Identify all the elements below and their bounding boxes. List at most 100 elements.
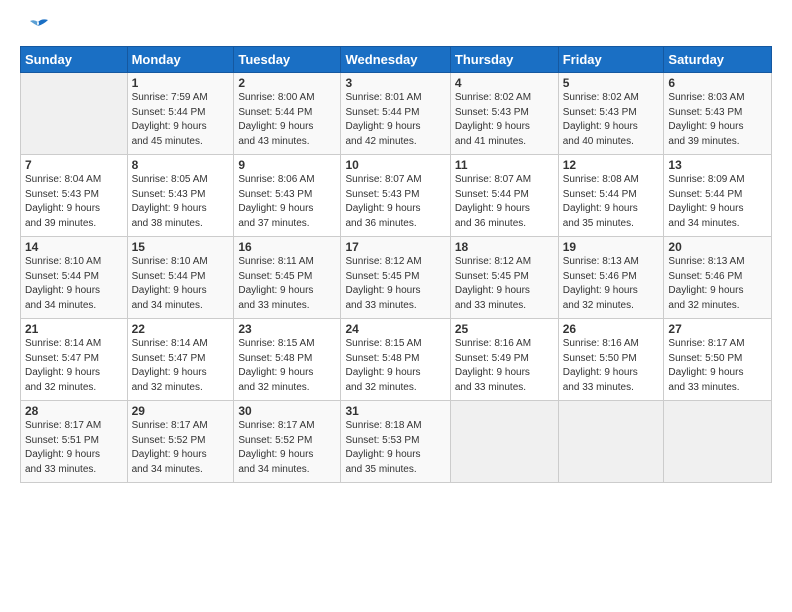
sun-info: Sunrise: 8:18 AM Sunset: 5:53 PM Dayligh…	[345, 419, 445, 477]
weekday-header: Sunday	[21, 47, 128, 73]
sun-info: Sunrise: 8:17 AM Sunset: 5:52 PM Dayligh…	[238, 419, 336, 477]
sun-info: Sunrise: 8:14 AM Sunset: 5:47 PM Dayligh…	[132, 337, 230, 395]
sun-info: Sunrise: 8:02 AM Sunset: 5:43 PM Dayligh…	[563, 91, 660, 149]
day-number: 8	[132, 158, 230, 172]
sun-info: Sunrise: 8:07 AM Sunset: 5:44 PM Dayligh…	[455, 173, 554, 231]
sun-info: Sunrise: 8:01 AM Sunset: 5:44 PM Dayligh…	[345, 91, 445, 149]
sun-info: Sunrise: 8:11 AM Sunset: 5:45 PM Dayligh…	[238, 255, 336, 313]
calendar-cell: 31Sunrise: 8:18 AM Sunset: 5:53 PM Dayli…	[341, 401, 450, 483]
sun-info: Sunrise: 8:09 AM Sunset: 5:44 PM Dayligh…	[668, 173, 767, 231]
day-number: 6	[668, 76, 767, 90]
sun-info: Sunrise: 8:17 AM Sunset: 5:50 PM Dayligh…	[668, 337, 767, 395]
sun-info: Sunrise: 8:17 AM Sunset: 5:52 PM Dayligh…	[132, 419, 230, 477]
calendar-cell: 22Sunrise: 8:14 AM Sunset: 5:47 PM Dayli…	[127, 319, 234, 401]
day-number: 13	[668, 158, 767, 172]
sun-info: Sunrise: 8:16 AM Sunset: 5:49 PM Dayligh…	[455, 337, 554, 395]
sun-info: Sunrise: 8:04 AM Sunset: 5:43 PM Dayligh…	[25, 173, 123, 231]
calendar-cell: 23Sunrise: 8:15 AM Sunset: 5:48 PM Dayli…	[234, 319, 341, 401]
sun-info: Sunrise: 8:00 AM Sunset: 5:44 PM Dayligh…	[238, 91, 336, 149]
day-number: 24	[345, 322, 445, 336]
sun-info: Sunrise: 8:12 AM Sunset: 5:45 PM Dayligh…	[345, 255, 445, 313]
calendar-cell: 29Sunrise: 8:17 AM Sunset: 5:52 PM Dayli…	[127, 401, 234, 483]
sun-info: Sunrise: 8:02 AM Sunset: 5:43 PM Dayligh…	[455, 91, 554, 149]
header	[20, 18, 772, 36]
day-number: 19	[563, 240, 660, 254]
calendar-cell: 15Sunrise: 8:10 AM Sunset: 5:44 PM Dayli…	[127, 237, 234, 319]
day-number: 28	[25, 404, 123, 418]
sun-info: Sunrise: 8:08 AM Sunset: 5:44 PM Dayligh…	[563, 173, 660, 231]
calendar-cell	[21, 73, 128, 155]
sun-info: Sunrise: 8:17 AM Sunset: 5:51 PM Dayligh…	[25, 419, 123, 477]
sun-info: Sunrise: 8:07 AM Sunset: 5:43 PM Dayligh…	[345, 173, 445, 231]
calendar-cell	[664, 401, 772, 483]
calendar-cell: 1Sunrise: 7:59 AM Sunset: 5:44 PM Daylig…	[127, 73, 234, 155]
calendar-cell: 7Sunrise: 8:04 AM Sunset: 5:43 PM Daylig…	[21, 155, 128, 237]
calendar-cell: 21Sunrise: 8:14 AM Sunset: 5:47 PM Dayli…	[21, 319, 128, 401]
calendar-cell: 24Sunrise: 8:15 AM Sunset: 5:48 PM Dayli…	[341, 319, 450, 401]
day-number: 14	[25, 240, 123, 254]
sun-info: Sunrise: 8:13 AM Sunset: 5:46 PM Dayligh…	[668, 255, 767, 313]
sun-info: Sunrise: 8:10 AM Sunset: 5:44 PM Dayligh…	[132, 255, 230, 313]
sun-info: Sunrise: 8:06 AM Sunset: 5:43 PM Dayligh…	[238, 173, 336, 231]
day-number: 27	[668, 322, 767, 336]
calendar-cell: 19Sunrise: 8:13 AM Sunset: 5:46 PM Dayli…	[558, 237, 664, 319]
weekday-header: Friday	[558, 47, 664, 73]
day-number: 11	[455, 158, 554, 172]
sun-info: Sunrise: 8:16 AM Sunset: 5:50 PM Dayligh…	[563, 337, 660, 395]
day-number: 16	[238, 240, 336, 254]
calendar-cell	[450, 401, 558, 483]
calendar-cell: 20Sunrise: 8:13 AM Sunset: 5:46 PM Dayli…	[664, 237, 772, 319]
calendar-cell: 27Sunrise: 8:17 AM Sunset: 5:50 PM Dayli…	[664, 319, 772, 401]
day-number: 30	[238, 404, 336, 418]
sun-info: Sunrise: 8:15 AM Sunset: 5:48 PM Dayligh…	[238, 337, 336, 395]
weekday-header: Saturday	[664, 47, 772, 73]
day-number: 31	[345, 404, 445, 418]
calendar-cell: 9Sunrise: 8:06 AM Sunset: 5:43 PM Daylig…	[234, 155, 341, 237]
sun-info: Sunrise: 8:12 AM Sunset: 5:45 PM Dayligh…	[455, 255, 554, 313]
day-number: 5	[563, 76, 660, 90]
day-number: 7	[25, 158, 123, 172]
day-number: 22	[132, 322, 230, 336]
day-number: 29	[132, 404, 230, 418]
calendar-cell: 8Sunrise: 8:05 AM Sunset: 5:43 PM Daylig…	[127, 155, 234, 237]
sun-info: Sunrise: 8:03 AM Sunset: 5:43 PM Dayligh…	[668, 91, 767, 149]
day-number: 18	[455, 240, 554, 254]
sun-info: Sunrise: 8:14 AM Sunset: 5:47 PM Dayligh…	[25, 337, 123, 395]
day-number: 10	[345, 158, 445, 172]
calendar-cell: 17Sunrise: 8:12 AM Sunset: 5:45 PM Dayli…	[341, 237, 450, 319]
calendar-cell: 4Sunrise: 8:02 AM Sunset: 5:43 PM Daylig…	[450, 73, 558, 155]
page: SundayMondayTuesdayWednesdayThursdayFrid…	[0, 0, 792, 612]
sun-info: Sunrise: 8:13 AM Sunset: 5:46 PM Dayligh…	[563, 255, 660, 313]
calendar-cell: 13Sunrise: 8:09 AM Sunset: 5:44 PM Dayli…	[664, 155, 772, 237]
day-number: 1	[132, 76, 230, 90]
calendar-cell: 18Sunrise: 8:12 AM Sunset: 5:45 PM Dayli…	[450, 237, 558, 319]
calendar-cell	[558, 401, 664, 483]
sun-info: Sunrise: 8:10 AM Sunset: 5:44 PM Dayligh…	[25, 255, 123, 313]
day-number: 17	[345, 240, 445, 254]
calendar-cell: 26Sunrise: 8:16 AM Sunset: 5:50 PM Dayli…	[558, 319, 664, 401]
day-number: 23	[238, 322, 336, 336]
calendar-table: SundayMondayTuesdayWednesdayThursdayFrid…	[20, 46, 772, 483]
calendar-cell: 3Sunrise: 8:01 AM Sunset: 5:44 PM Daylig…	[341, 73, 450, 155]
calendar-cell: 6Sunrise: 8:03 AM Sunset: 5:43 PM Daylig…	[664, 73, 772, 155]
day-number: 4	[455, 76, 554, 90]
weekday-header: Wednesday	[341, 47, 450, 73]
day-number: 15	[132, 240, 230, 254]
weekday-header: Monday	[127, 47, 234, 73]
calendar-cell: 5Sunrise: 8:02 AM Sunset: 5:43 PM Daylig…	[558, 73, 664, 155]
calendar-cell: 12Sunrise: 8:08 AM Sunset: 5:44 PM Dayli…	[558, 155, 664, 237]
day-number: 3	[345, 76, 445, 90]
day-number: 20	[668, 240, 767, 254]
calendar-cell: 16Sunrise: 8:11 AM Sunset: 5:45 PM Dayli…	[234, 237, 341, 319]
calendar-cell: 11Sunrise: 8:07 AM Sunset: 5:44 PM Dayli…	[450, 155, 558, 237]
logo-bird-icon	[24, 18, 52, 40]
logo	[20, 18, 52, 36]
calendar-cell: 14Sunrise: 8:10 AM Sunset: 5:44 PM Dayli…	[21, 237, 128, 319]
day-number: 2	[238, 76, 336, 90]
day-number: 21	[25, 322, 123, 336]
day-number: 12	[563, 158, 660, 172]
calendar-cell: 25Sunrise: 8:16 AM Sunset: 5:49 PM Dayli…	[450, 319, 558, 401]
day-number: 25	[455, 322, 554, 336]
sun-info: Sunrise: 8:05 AM Sunset: 5:43 PM Dayligh…	[132, 173, 230, 231]
sun-info: Sunrise: 8:15 AM Sunset: 5:48 PM Dayligh…	[345, 337, 445, 395]
